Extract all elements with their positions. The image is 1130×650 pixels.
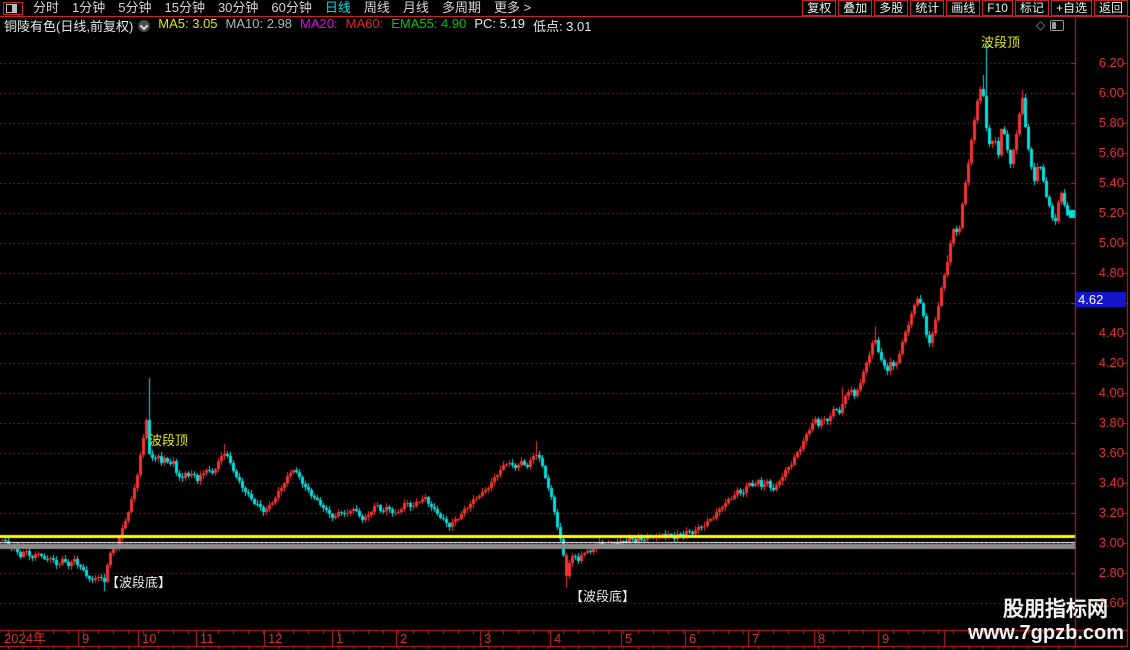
month-label-3: 12: [268, 631, 283, 646]
year-label: 2024年: [4, 631, 46, 646]
indicator-value-MA5: MA5: 3.05: [158, 16, 218, 31]
top-toolbar: 分时 1分钟 5分钟 15分钟 30分钟 60分钟 日线 周线 月线 多周期 更多 > 复权 叠加 多股…: [0, 0, 1130, 17]
watermark-site-url: www.7gpzb.com: [968, 622, 1124, 644]
menu-item-周线[interactable]: 周线: [364, 0, 390, 16]
menu-item-60分钟[interactable]: 60分钟: [271, 0, 311, 16]
chart-corner-icons: ◇: [1036, 18, 1065, 32]
menu-item-5分钟[interactable]: 5分钟: [118, 0, 151, 16]
price-axis-label-5.60: 5.60: [1098, 145, 1124, 160]
toolbar-button-F10[interactable]: F10: [982, 0, 1013, 16]
month-label-4: 1: [336, 631, 344, 646]
month-label-7: 4: [554, 631, 562, 646]
indicator-info-bar: 铜陵有色(日线,前复权) MA5: 3.05 MA10: 2.98 MA20: MA6…: [0, 16, 1130, 35]
menu-item-日线[interactable]: 日线: [325, 0, 351, 16]
month-label-6: 3: [484, 631, 492, 646]
toolbar-button-画线[interactable]: 画线: [946, 0, 981, 16]
month-label-9: 6: [689, 631, 697, 646]
price-axis-label-4.20: 4.20: [1098, 355, 1124, 370]
month-label-11: 8: [818, 631, 826, 646]
indicator-value-MA20: MA20:: [300, 16, 338, 31]
price-axis-label-4.40: 4.40: [1098, 325, 1124, 340]
price-axis-label-4.80: 4.80: [1098, 265, 1124, 280]
menu-item-30分钟[interactable]: 30分钟: [218, 0, 258, 16]
panel-glyph-icon: [6, 3, 17, 13]
toolbar-button-多股[interactable]: 多股: [874, 0, 909, 16]
price-axis-label-5.20: 5.20: [1098, 205, 1124, 220]
price-axis-label-5.80: 5.80: [1098, 115, 1124, 130]
watermark-site-name: 股朋指标网: [1003, 598, 1108, 621]
menu-item-15分钟[interactable]: 15分钟: [164, 0, 204, 16]
price-axis-label-3.40: 3.40: [1098, 475, 1124, 490]
price-axis-label-5.00: 5.00: [1098, 235, 1124, 250]
month-label-12: 9: [882, 631, 890, 646]
menu-item-更多 >[interactable]: 更多 >: [494, 0, 531, 16]
toolbar-button-标记[interactable]: 标记: [1014, 0, 1049, 16]
indicator-value-PC: PC: 5.19: [474, 16, 525, 31]
toolbar-button-+自选[interactable]: +自选: [1050, 0, 1092, 16]
indicator-value-MA10: MA10: 2.98: [225, 16, 293, 31]
panel-toggle-icon[interactable]: [1050, 19, 1065, 31]
month-label-5: 2: [400, 631, 408, 646]
annotation-2: 【波段底】: [570, 589, 636, 604]
month-label-2: 11: [200, 631, 214, 646]
annotation-1: 【波段底】: [106, 575, 172, 590]
annotation-0: 波段顶: [149, 433, 189, 448]
indicator-value-EMA55: EMA55: 4.90: [391, 16, 467, 31]
price-axis-label-6.00: 6.00: [1098, 85, 1124, 100]
annotation-3: 波段顶: [981, 35, 1021, 50]
price-axis-label-5.40: 5.40: [1098, 175, 1124, 190]
month-label-10: 7: [752, 631, 760, 646]
price-axis-label-3.00: 3.00: [1098, 535, 1124, 550]
watermark: 股朋指标网 www.7gpzb.com: [968, 598, 1124, 644]
chevron-down-icon[interactable]: [138, 19, 151, 32]
price-axis-label-6.20: 6.20: [1098, 55, 1124, 70]
menu-item-月线[interactable]: 月线: [403, 0, 429, 16]
price-axis-label-4.00: 4.00: [1098, 385, 1124, 400]
stock-title: 铜陵有色(日线,前复权): [4, 19, 134, 34]
month-label-8: 5: [625, 631, 633, 646]
toolbar-button-叠加[interactable]: 叠加: [838, 0, 873, 16]
indicator-value-MA60: MA60:: [345, 16, 384, 31]
indicator-value-低点: 低点: 3.01: [532, 19, 592, 34]
menu-item-分时[interactable]: 分时: [33, 0, 59, 16]
toolbar-button-复权[interactable]: 复权: [802, 0, 837, 16]
price-axis-label-3.60: 3.60: [1098, 445, 1124, 460]
window-panel-icon[interactable]: [3, 1, 23, 15]
period-menu: 分时 1分钟 5分钟 15分钟 30分钟 60分钟 日线 周线 月线 多周期 更多 >: [33, 0, 531, 16]
menu-item-多周期[interactable]: 多周期: [442, 0, 481, 16]
diamond-icon[interactable]: ◇: [1036, 19, 1045, 31]
month-label-1: 10: [142, 631, 157, 646]
price-badge: 4.62: [1076, 292, 1126, 307]
toolbar-button-返回[interactable]: 返回: [1093, 0, 1128, 16]
kline-chart-canvas[interactable]: [0, 0, 1130, 650]
toolbar-button-统计[interactable]: 统计: [910, 0, 945, 16]
menu-item-1分钟[interactable]: 1分钟: [72, 0, 105, 16]
month-label-0: 9: [82, 631, 90, 646]
toolbar-buttons: 复权 叠加 多股 统计 画线 F10 标记 +自选 返回: [802, 0, 1128, 16]
indicator-values: MA5: 3.05 MA10: 2.98 MA20: MA60: EMA55: 4.90…: [150, 16, 591, 35]
price-axis-label-3.20: 3.20: [1098, 505, 1124, 520]
price-axis-label-2.80: 2.80: [1098, 565, 1124, 580]
price-axis-label-3.80: 3.80: [1098, 415, 1124, 430]
kline-app-window: 分时 1分钟 5分钟 15分钟 30分钟 60分钟 日线 周线 月线 多周期 更多 > 复权 叠加 多股…: [0, 0, 1130, 650]
